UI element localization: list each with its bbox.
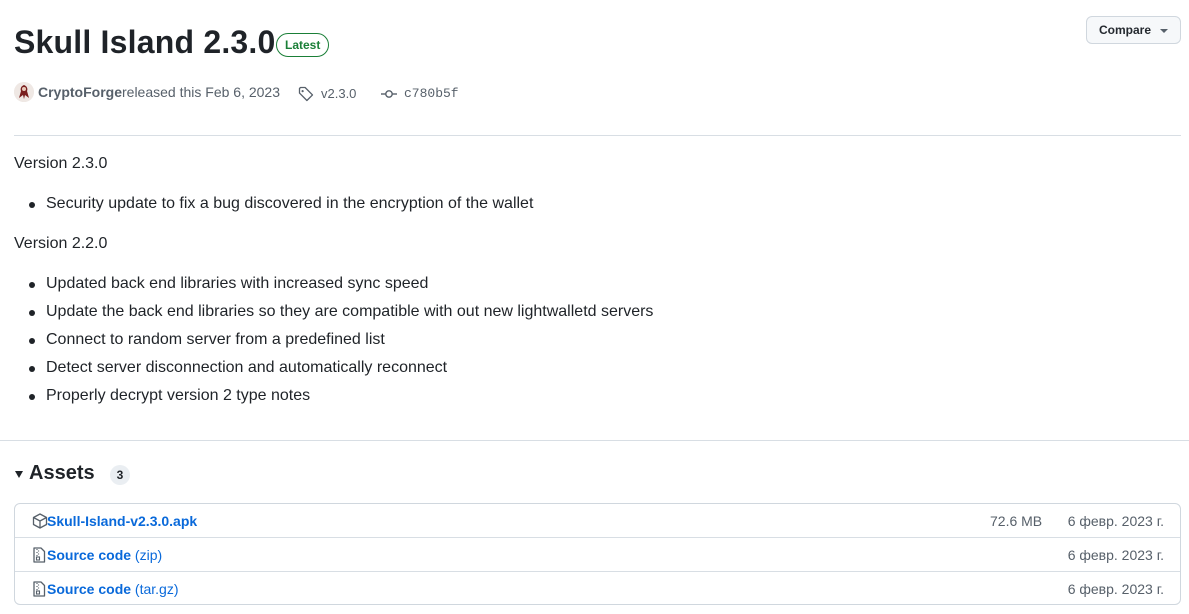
tag-link[interactable]: v2.3.0 [321,86,356,101]
asset-size: 72.6 MB [990,513,1043,529]
asset-row[interactable]: Source code (tar.gz) 6 февр. 2023 г. [15,571,1180,604]
asset-suffix: (zip) [131,547,163,563]
author-link[interactable]: CryptoForge [38,84,122,100]
asset-link-targz[interactable]: Source code (tar.gz) [47,581,179,597]
version-2-2-0-list: Updated back end libraries with increase… [14,270,653,410]
list-item: Update the back end libraries so they ar… [14,298,653,326]
assets-count-badge: 3 [110,465,130,485]
caret-down-icon[interactable] [15,471,23,478]
asset-link-apk[interactable]: Skull-Island-v2.3.0.apk [47,513,197,529]
asset-date: 6 февр. 2023 г. [1067,581,1164,597]
asset-date: 6 февр. 2023 г. [1067,513,1164,529]
divider [0,440,1189,441]
released-text: released this Feb 6, 2023 [122,84,280,100]
asset-link-zip[interactable]: Source code (zip) [47,547,162,563]
divider [14,135,1181,136]
file-zip-icon [32,581,46,602]
commit-link[interactable]: c780b5f [404,86,459,101]
list-item: Connect to random server from a predefin… [14,326,653,354]
list-item: Detect server disconnection and automati… [14,354,653,382]
latest-badge: Latest [276,33,330,57]
compare-button-label: Compare [1099,23,1152,37]
compare-button[interactable]: Compare [1086,16,1181,44]
asset-name: Source code [47,547,132,563]
asset-row[interactable]: Skull-Island-v2.3.0.apk 72.6 MB 6 февр. … [15,504,1180,538]
asset-row[interactable]: Source code (zip) 6 февр. 2023 г. [15,537,1180,571]
package-icon [32,513,48,534]
asset-date: 6 февр. 2023 г. [1067,547,1164,563]
list-item: Security update to fix a bug discovered … [14,190,533,218]
file-zip-icon [32,547,46,568]
version-heading: Version 2.3.0 [14,155,108,172]
asset-suffix: (tar.gz) [131,581,179,597]
tag-icon [298,86,314,105]
chevron-down-icon [1160,29,1168,33]
assets-title[interactable]: Assets [29,462,95,485]
release-title[interactable]: Skull Island 2.3.0 [14,22,276,62]
assets-list: Skull-Island-v2.3.0.apk 72.6 MB 6 февр. … [14,503,1181,605]
list-item: Updated back end libraries with increase… [14,270,653,298]
commit-icon [381,87,397,104]
list-item: Properly decrypt version 2 type notes [14,382,653,410]
asset-name: Source code [47,581,132,597]
avatar[interactable] [14,82,34,102]
version-heading: Version 2.2.0 [14,235,108,252]
release-page: Skull Island 2.3.0 Latest Compare Crypto… [0,0,1189,614]
version-2-3-0-list: Security update to fix a bug discovered … [14,190,533,218]
asset-name: Skull-Island-v2.3.0.apk [47,513,198,529]
